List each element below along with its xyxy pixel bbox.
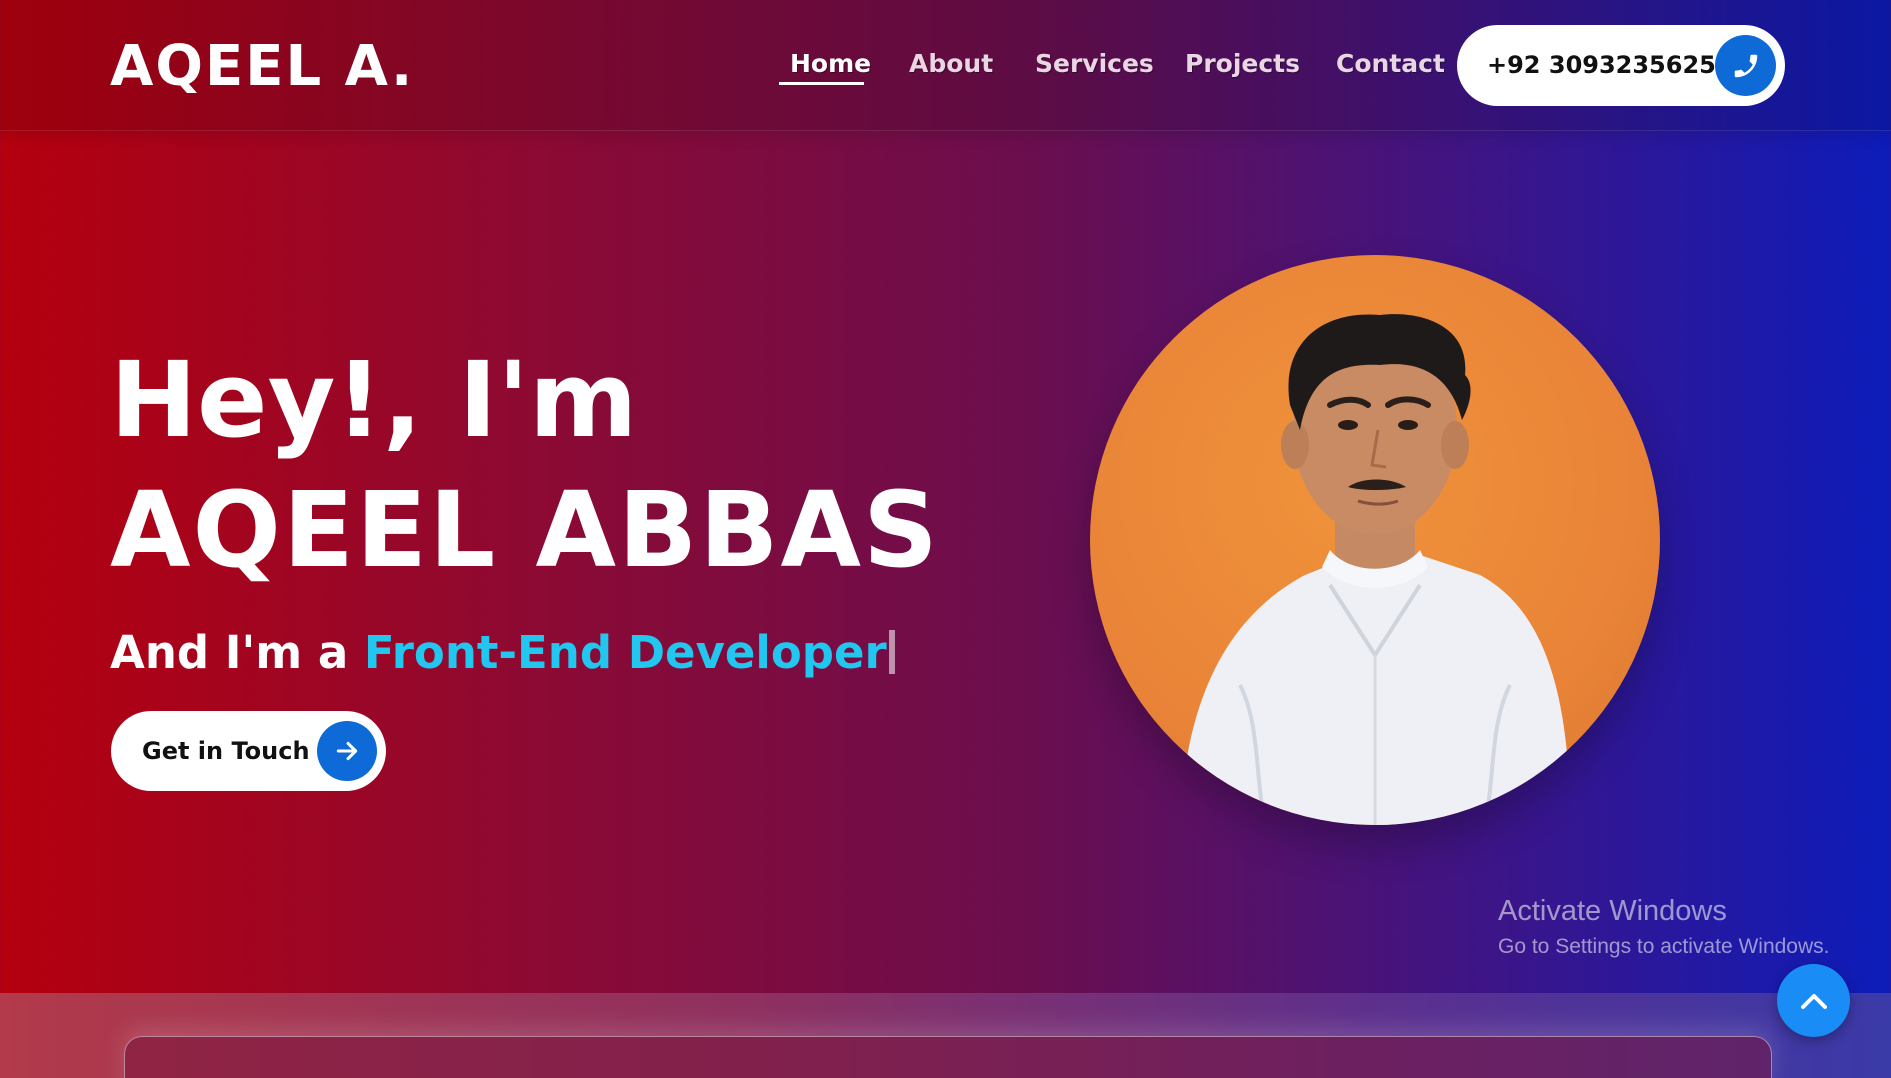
site-logo[interactable]: AQEEL A. [110,34,414,100]
nav-active-indicator [779,82,864,85]
phone-contact-button[interactable]: +92 3093235625 [1457,25,1785,106]
arrow-button[interactable] [317,721,377,781]
get-in-touch-label: Get in Touch [142,737,310,765]
nav-projects[interactable]: Projects [1185,48,1300,80]
phone-icon-button[interactable] [1715,35,1776,96]
hero-subtitle: And I'm a Front-End Developer [110,625,895,681]
hero-subtitle-prefix: And I'm a [110,626,364,679]
hero-greeting: Hey!, I'm [110,339,638,461]
person-silhouette [1180,314,1570,825]
scroll-to-top-button[interactable] [1777,964,1850,1037]
nav-home[interactable]: Home [790,48,871,80]
arrow-right-icon [336,741,358,761]
nav-contact[interactable]: Contact [1336,48,1445,80]
hero-name: AQEEL ABBAS [110,469,940,591]
site-header: AQEEL A. Home About Services Projects Co… [0,0,1891,131]
hero-role: Front-End Developer [363,626,887,679]
phone-icon [1734,54,1758,78]
get-in-touch-button[interactable]: Get in Touch [111,711,386,791]
phone-number: +92 3093235625 [1487,51,1716,79]
nav-services[interactable]: Services [1035,48,1154,80]
activate-windows-subtitle: Go to Settings to activate Windows. [1498,935,1830,958]
typing-cursor [888,630,895,674]
next-section-card [124,1036,1772,1078]
activate-windows-title: Activate Windows [1498,895,1727,927]
nav-about[interactable]: About [909,48,993,80]
chevron-up-icon [1801,994,1827,1009]
profile-photo [1090,255,1660,825]
